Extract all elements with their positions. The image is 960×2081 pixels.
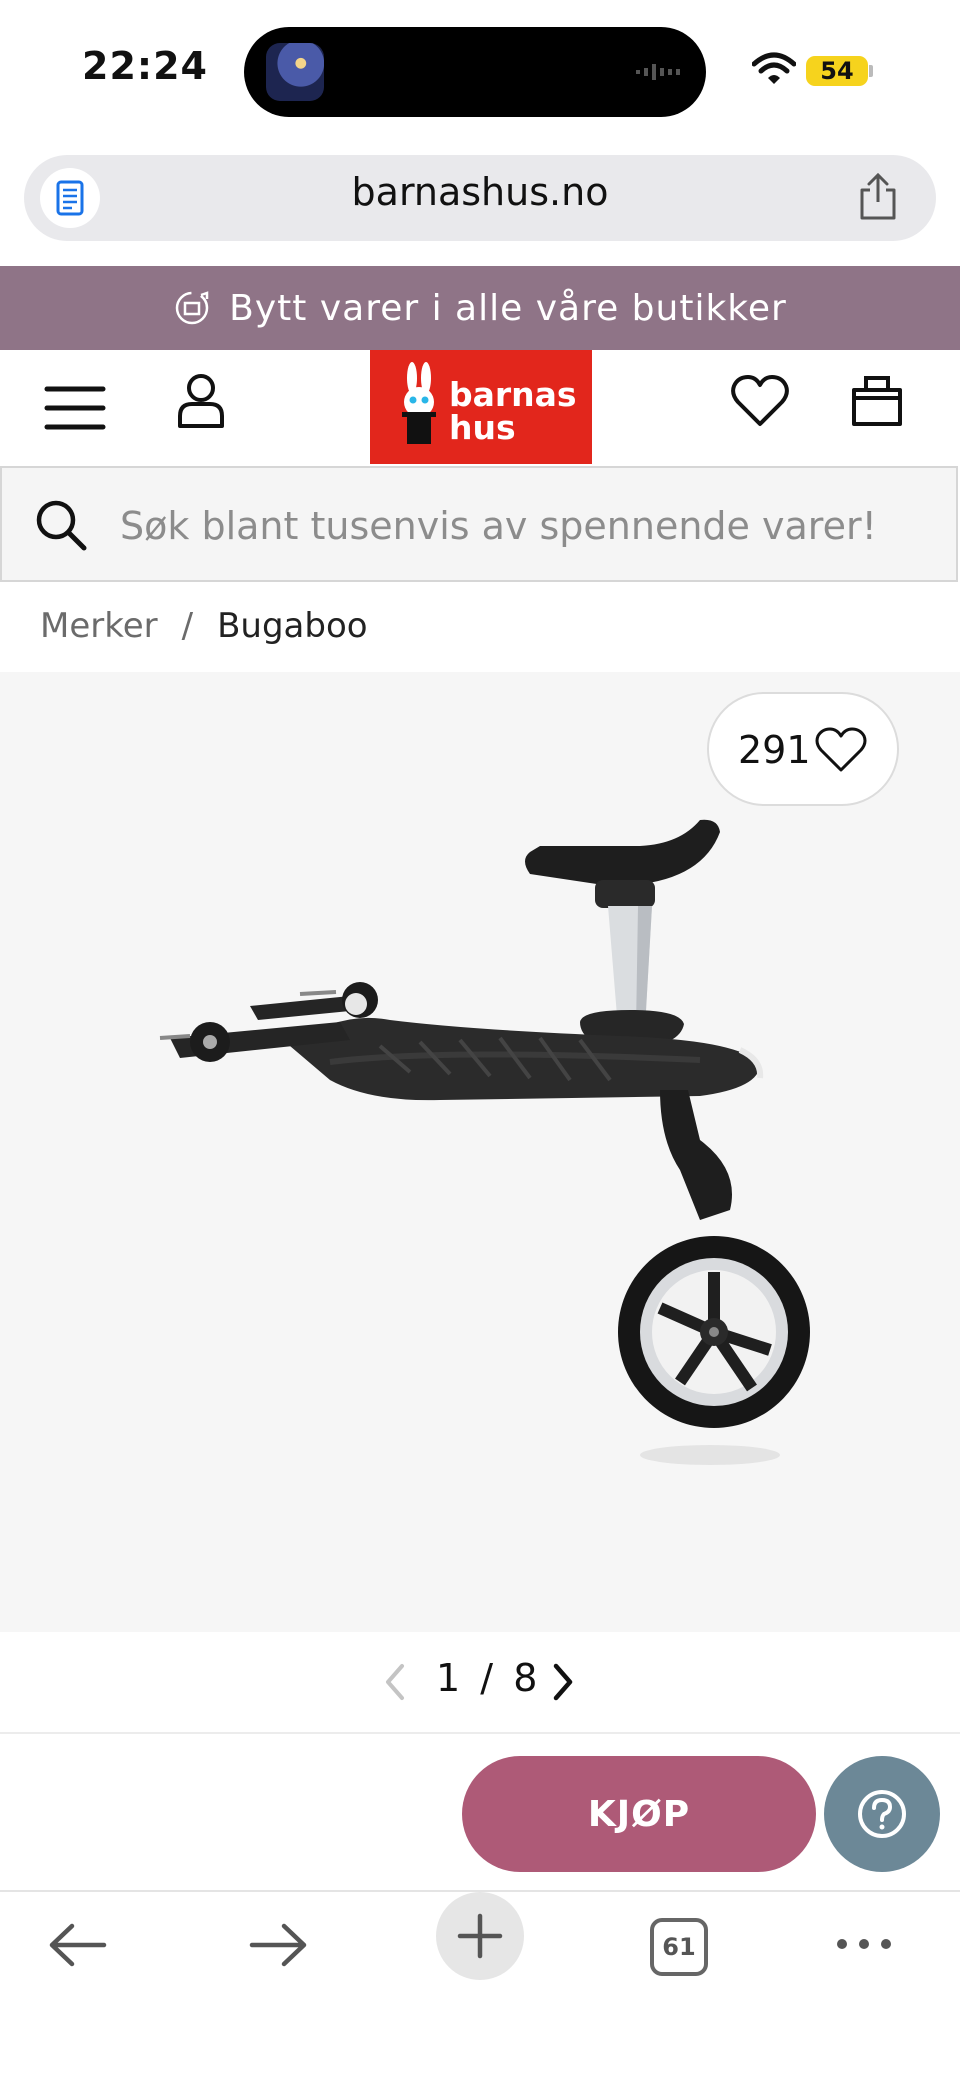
cart-bag-icon[interactable] <box>850 372 904 428</box>
menu-icon[interactable] <box>44 384 106 432</box>
now-playing-artwork <box>266 43 324 101</box>
promo-text: Bytt varer i alle våre butikker <box>229 287 787 329</box>
logo-line1: barnas <box>449 375 577 414</box>
breadcrumb-item-current[interactable]: Bugaboo <box>217 606 367 646</box>
help-button[interactable] <box>824 1756 940 1872</box>
section-divider <box>0 1732 960 1734</box>
image-pager: 1 / 8 <box>436 1656 537 1700</box>
buy-button[interactable]: KJØP <box>462 1756 816 1872</box>
breadcrumb: Merker / Bugaboo <box>40 606 368 646</box>
exchange-icon <box>175 291 209 325</box>
audio-wave-icon <box>636 64 680 80</box>
previous-image-chevron-icon[interactable] <box>380 1662 410 1702</box>
next-image-chevron-icon[interactable] <box>548 1662 578 1702</box>
breadcrumb-separator: / <box>181 606 194 646</box>
account-icon[interactable] <box>176 372 226 430</box>
total-images: 8 <box>513 1656 538 1700</box>
status-time: 22:24 <box>82 44 208 88</box>
logo-line2: hus <box>449 408 516 447</box>
rabbit-hat-icon <box>402 362 436 444</box>
back-arrow-icon[interactable] <box>48 1922 108 1968</box>
product-image[interactable] <box>140 810 860 1480</box>
new-tab-button[interactable] <box>436 1892 524 1980</box>
logo-text: barnas hus <box>449 378 577 444</box>
favorite-heart-icon <box>815 727 867 772</box>
forward-arrow-icon[interactable] <box>248 1922 308 1968</box>
plus-icon <box>457 1913 503 1959</box>
more-options-icon[interactable] <box>834 1936 894 1952</box>
share-icon[interactable] <box>856 172 900 222</box>
wishlist-heart-icon[interactable] <box>730 374 790 428</box>
question-mark-icon <box>858 1790 906 1838</box>
breadcrumb-item-merker[interactable]: Merker <box>40 606 158 646</box>
battery-indicator: 54 <box>806 56 868 86</box>
tabs-count-button[interactable]: 61 <box>650 1918 708 1976</box>
search-icon <box>36 500 87 551</box>
promo-banner[interactable]: Bytt varer i alle våre butikker <box>0 266 960 350</box>
battery-nub <box>869 65 873 77</box>
wifi-icon <box>752 52 796 84</box>
favorites-count: 291 <box>738 728 811 772</box>
search-input[interactable] <box>120 504 920 548</box>
url-text[interactable]: barnashus.no <box>0 170 960 214</box>
pager-separator: / <box>480 1656 494 1700</box>
current-image-index: 1 <box>436 1656 461 1700</box>
